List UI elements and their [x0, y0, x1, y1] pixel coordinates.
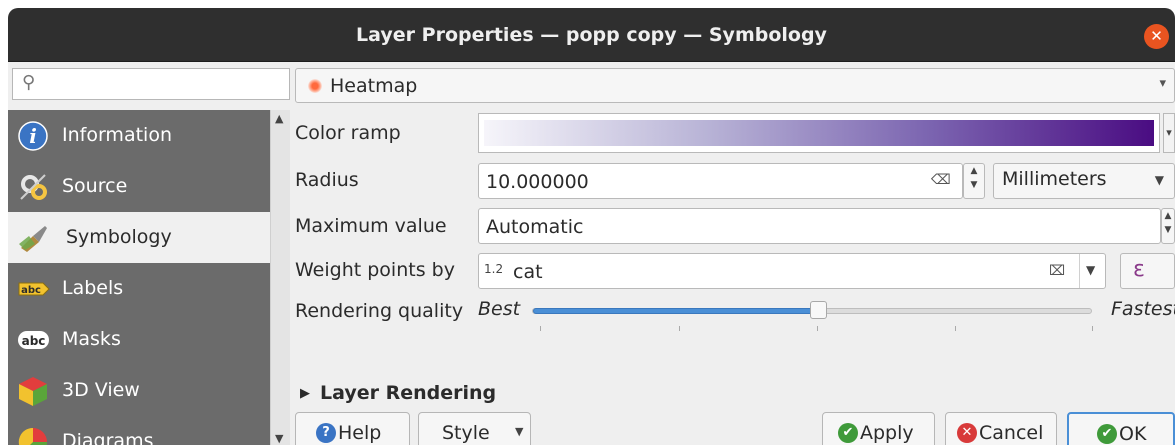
radius-value: 10.000000 — [486, 171, 589, 193]
title-bar[interactable]: Layer Properties — popp copy — Symbology… — [8, 8, 1175, 62]
source-icon — [20, 174, 47, 200]
color-ramp-dropdown[interactable]: ▾ — [1163, 113, 1175, 153]
sidebar-item-masks[interactable]: abc Masks — [8, 314, 270, 365]
sidebar-item-label: Information — [62, 124, 172, 146]
svg-text:abc: abc — [21, 285, 41, 296]
expression-icon: ε — [1133, 257, 1145, 282]
masks-icon: abc — [18, 331, 49, 349]
svg-text:i: i — [29, 124, 37, 148]
maximum-value-spinbox-arrows[interactable]: ▲ ▼ — [1161, 208, 1175, 244]
scroll-down-arrow-icon[interactable]: ▼ — [275, 432, 283, 445]
symbology-icon — [19, 226, 47, 252]
sidebar-scrollbar[interactable]: ▲ ▼ — [270, 110, 290, 445]
maximum-value-value: Automatic — [486, 216, 584, 238]
rendering-quality-label: Rendering quality — [295, 300, 464, 322]
weight-field-select[interactable]: 1.2 cat ⌧ ▼ — [478, 253, 1106, 289]
close-button[interactable]: ✕ — [1144, 24, 1169, 49]
cancel-button[interactable]: ✕ Cancel — [945, 412, 1057, 445]
apply-button-label: Apply — [860, 422, 914, 444]
expression-button[interactable]: ε — [1120, 253, 1175, 289]
separator — [1079, 254, 1080, 288]
style-button[interactable]: Style ▼ — [418, 412, 531, 445]
sidebar-item-label: Masks — [62, 328, 121, 350]
chevron-down-icon[interactable]: ▼ — [1086, 263, 1095, 277]
sidebar-item-label: 3D View — [62, 379, 140, 401]
sidebar-item-labels[interactable]: abc Labels — [8, 263, 270, 314]
sidebar-item-diagrams[interactable]: Diagrams — [8, 416, 270, 445]
cancel-button-label: Cancel — [979, 422, 1044, 444]
weight-points-label: Weight points by — [295, 259, 455, 281]
sidebar-item-source[interactable]: Source — [8, 161, 270, 212]
expand-arrow-icon: ▶ — [300, 386, 310, 401]
slider-tick — [1092, 326, 1093, 331]
slider-tick — [679, 326, 680, 331]
radius-input[interactable]: 10.000000 ⌫ — [478, 163, 963, 199]
slider-tick — [955, 326, 956, 331]
sidebar-item-symbology[interactable]: Symbology — [8, 212, 270, 263]
color-ramp-button[interactable] — [478, 113, 1160, 153]
slider-fill — [533, 308, 819, 314]
help-button-label: Help — [338, 422, 382, 444]
weight-field-value: cat — [513, 261, 543, 283]
slider-tick — [540, 326, 541, 331]
maximum-value-label: Maximum value — [295, 215, 447, 237]
radius-label: Radius — [295, 169, 359, 191]
scroll-up-arrow-icon[interactable]: ▲ — [275, 112, 283, 125]
chevron-down-icon: ▾ — [1159, 76, 1166, 91]
clear-icon[interactable]: ⌧ — [1049, 263, 1065, 279]
help-icon: ? — [316, 423, 336, 443]
sidebar-search-input[interactable]: ⚲ — [12, 68, 290, 100]
chevron-down-icon: ▼ — [515, 425, 524, 438]
slider-handle[interactable] — [810, 301, 827, 319]
svg-text:abc: abc — [22, 334, 46, 348]
maximum-value-input[interactable]: Automatic — [478, 208, 1161, 244]
window-title: Layer Properties — popp copy — Symbology — [356, 24, 827, 46]
3d-view-icon — [19, 377, 47, 406]
ok-button-label: OK — [1119, 423, 1147, 445]
numeric-field-type-icon: 1.2 — [484, 262, 504, 276]
radius-spinbox-arrows[interactable]: ▲ ▼ — [963, 163, 985, 199]
rendering-quality-slider[interactable]: Best Fastest — [478, 294, 1175, 334]
sidebar-item-3d-view[interactable]: 3D View — [8, 365, 270, 416]
ok-button[interactable]: ✔ OK — [1067, 412, 1175, 445]
sidebar-item-label: Diagrams — [62, 430, 154, 445]
info-icon: i — [18, 121, 48, 151]
layer-rendering-section-toggle[interactable]: ▶ Layer Rendering — [300, 382, 496, 404]
clear-icon[interactable]: ⌫ — [931, 172, 951, 188]
sidebar-item-information[interactable]: i Information — [8, 110, 270, 161]
check-icon: ✔ — [1097, 424, 1117, 444]
sidebar: i Information Source Symbology abc Label… — [8, 110, 270, 445]
sidebar-item-label: Labels — [62, 277, 124, 299]
sidebar-item-label: Source — [62, 175, 128, 197]
diagrams-icon — [18, 427, 48, 445]
renderer-type-value: Heatmap — [330, 75, 418, 97]
color-ramp-preview — [484, 120, 1154, 146]
search-icon: ⚲ — [22, 72, 36, 93]
radius-unit-value: Millimeters — [1002, 168, 1107, 190]
layer-properties-dialog: Layer Properties — popp copy — Symbology… — [8, 8, 1175, 445]
section-title: Layer Rendering — [320, 382, 497, 404]
chevron-down-icon: ▼ — [1154, 173, 1164, 187]
slider-max-label: Fastest — [1111, 298, 1175, 320]
heatmap-icon — [308, 79, 322, 93]
renderer-type-select[interactable]: Heatmap ▾ — [295, 68, 1175, 103]
slider-min-label: Best — [478, 298, 521, 320]
slider-tick — [817, 326, 818, 331]
sidebar-item-label: Symbology — [66, 226, 172, 248]
check-icon: ✔ — [838, 423, 858, 443]
labels-icon: abc — [18, 282, 50, 296]
help-button[interactable]: ? Help — [295, 412, 410, 445]
cancel-icon: ✕ — [957, 423, 977, 443]
apply-button[interactable]: ✔ Apply — [822, 412, 935, 445]
color-ramp-label: Color ramp — [295, 122, 401, 144]
radius-unit-select[interactable]: Millimeters ▼ — [993, 163, 1175, 199]
style-button-label: Style — [442, 422, 490, 444]
